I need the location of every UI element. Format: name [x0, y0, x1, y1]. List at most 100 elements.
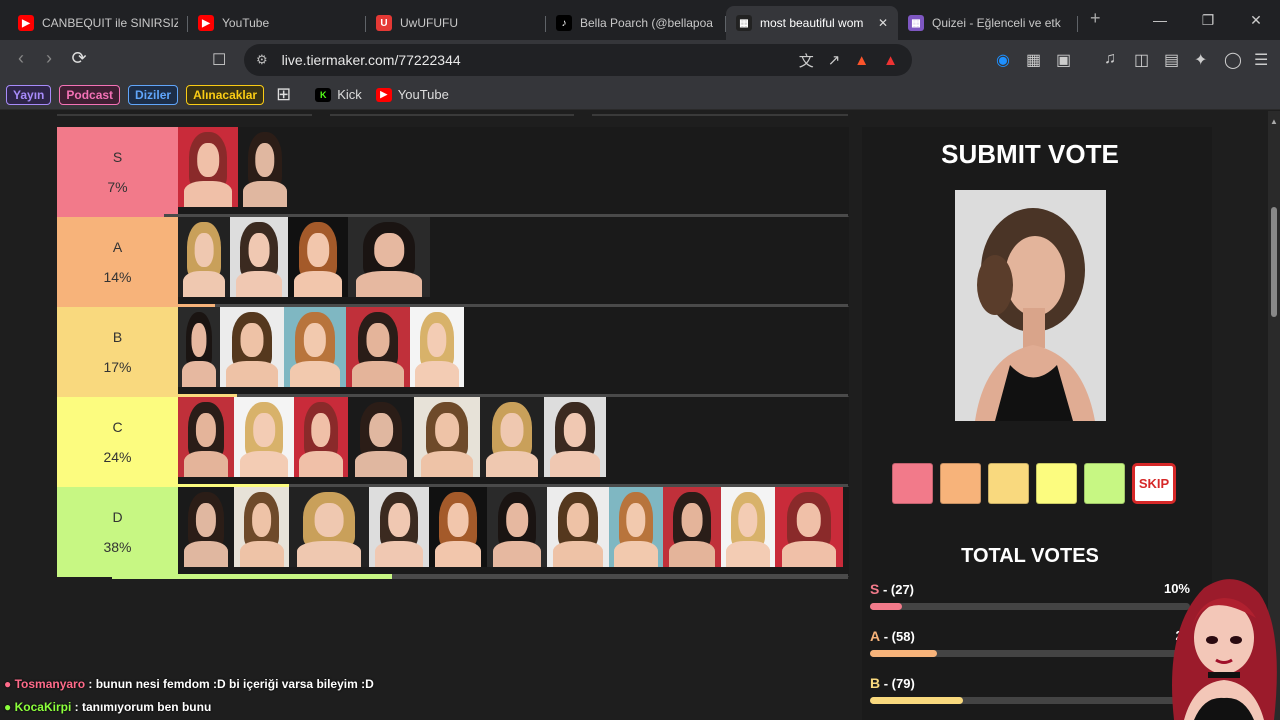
tier-item-image[interactable]: [721, 487, 775, 567]
bookmark-kick[interactable]: K Kick: [315, 87, 362, 102]
minimize-icon[interactable]: —: [1136, 12, 1184, 28]
tier-item-image[interactable]: [178, 127, 238, 207]
tier-item-image[interactable]: [410, 307, 464, 387]
tier-item-image[interactable]: [775, 487, 843, 567]
tab-3[interactable]: U UwUFUFU: [366, 6, 546, 40]
tier-item-image[interactable]: [234, 397, 294, 477]
tier-item-image[interactable]: [178, 307, 220, 387]
tier-item-image[interactable]: [230, 217, 288, 297]
tier-percent: 7%: [107, 179, 128, 195]
shazam-icon[interactable]: ◉: [996, 50, 1010, 70]
youtube-icon: ▶: [375, 87, 392, 102]
youtube-icon: ▶: [18, 15, 34, 31]
menu-icon[interactable]: ☰: [1254, 50, 1268, 70]
bookmark-icon[interactable]: ☐: [212, 50, 226, 70]
tier-name: S: [112, 149, 123, 165]
vote-tier: B: [870, 675, 881, 691]
vote-a-button[interactable]: [940, 463, 981, 504]
bookmark-folder-4[interactable]: Alınacaklar: [186, 84, 265, 105]
divider: [592, 114, 848, 116]
close-tab-icon[interactable]: ✕: [878, 16, 888, 30]
tab-5[interactable]: ▦ most beautiful wom ✕: [726, 6, 898, 40]
scroll-thumb[interactable]: [1271, 207, 1277, 317]
tier-row-b: B 17%: [57, 307, 849, 399]
address-bar[interactable]: ⚙ live.tiermaker.com/77222344 文 ↗ ▲ ▲: [244, 44, 912, 76]
tiktok-icon: ♪: [556, 15, 572, 31]
streamer-avatar: [1164, 568, 1280, 720]
tier-item-image[interactable]: [220, 307, 284, 387]
body-shape: [290, 361, 340, 387]
sidebar-icon[interactable]: ◫: [1134, 50, 1149, 70]
tier-item-image[interactable]: [234, 487, 289, 567]
media-icon[interactable]: ♫: [1104, 50, 1116, 68]
reload-icon[interactable]: ⟳: [64, 48, 94, 69]
tier-item-image[interactable]: [178, 487, 234, 567]
tier-item-image[interactable]: [609, 487, 663, 567]
leo-ai-icon[interactable]: ✦: [1194, 50, 1207, 70]
back-icon[interactable]: ‹: [6, 48, 36, 69]
tier-item-image[interactable]: [178, 217, 230, 297]
tiermaker-icon: ▦: [736, 15, 752, 31]
tier-item-image[interactable]: [369, 487, 429, 567]
translate-icon[interactable]: 文: [799, 50, 814, 71]
tier-item-image[interactable]: [346, 307, 410, 387]
tier-item-image[interactable]: [429, 487, 487, 567]
tier-item-image[interactable]: [238, 127, 292, 207]
tier-item-image[interactable]: [480, 397, 544, 477]
brave-shield-icon[interactable]: ▲: [854, 52, 869, 69]
tier-item-image[interactable]: [289, 487, 369, 567]
tab-2[interactable]: ▶ YouTube: [188, 6, 366, 40]
body-shape: [183, 541, 229, 567]
tier-items: [178, 127, 292, 216]
site-settings-icon[interactable]: ⚙: [256, 52, 268, 68]
tier-items: [178, 307, 464, 396]
tier-item-image[interactable]: [178, 397, 234, 477]
tab-6[interactable]: ▦ Quizei - Eğlenceli ve etk: [898, 6, 1078, 40]
tier-item-image[interactable]: [414, 397, 480, 477]
tier-row-s: S 7%: [57, 127, 849, 219]
tier-item-image[interactable]: [547, 487, 609, 567]
url-text[interactable]: live.tiermaker.com/77222344: [282, 52, 799, 68]
tier-progress-fill: [112, 574, 392, 579]
tier-row-d: D 38%: [57, 487, 849, 579]
body-shape: [235, 271, 283, 297]
tier-item-image[interactable]: [288, 217, 348, 297]
tier-item-image[interactable]: [348, 217, 430, 297]
wallet-icon[interactable]: ▤: [1164, 50, 1179, 70]
tab-4[interactable]: ♪ Bella Poarch (@bellapoa: [546, 6, 726, 40]
tier-item-image[interactable]: [487, 487, 547, 567]
vote-row-label: S - (27): [870, 581, 1190, 597]
tier-item-image[interactable]: [348, 397, 414, 477]
new-tab-button[interactable]: +: [1090, 8, 1101, 29]
close-window-icon[interactable]: ✕: [1232, 12, 1280, 29]
vote-b-button[interactable]: [988, 463, 1029, 504]
skip-button[interactable]: SKIP: [1132, 463, 1176, 504]
bookmark-folder-2[interactable]: Podcast: [59, 84, 121, 105]
face-shape: [566, 503, 590, 537]
tier-item-image[interactable]: [663, 487, 721, 567]
vote-s-button[interactable]: [892, 463, 933, 504]
vote-c-button[interactable]: [1036, 463, 1077, 504]
scroll-up-icon[interactable]: ▲: [1270, 117, 1278, 126]
tab-1[interactable]: ▶ CANBEQUIT ile SINIRSIZ: [8, 6, 188, 40]
tier-name: A: [112, 239, 123, 255]
forward-icon[interactable]: ›: [34, 48, 64, 69]
vote-count: - (27): [879, 582, 915, 597]
tier-item-image[interactable]: [284, 307, 346, 387]
tier-item-image[interactable]: [294, 397, 348, 477]
screenshot-icon[interactable]: ▣: [1056, 50, 1071, 70]
bookmark-folder-1[interactable]: Yayın: [6, 84, 52, 105]
brave-rewards-icon[interactable]: ▲: [883, 52, 898, 69]
extensions-icon[interactable]: ▦: [1026, 50, 1041, 70]
tier-item-image[interactable]: [544, 397, 606, 477]
vote-progress-fill: [870, 603, 902, 610]
bookmark-youtube[interactable]: ▶ YouTube: [375, 87, 449, 102]
share-icon[interactable]: ↗: [828, 51, 841, 69]
body-shape: [183, 451, 229, 477]
tier-label: B 17%: [57, 307, 178, 397]
maximize-icon[interactable]: ❐: [1184, 12, 1232, 29]
vpn-icon[interactable]: ◯: [1224, 50, 1242, 70]
apps-grid-icon[interactable]: ⊞: [276, 84, 291, 105]
bookmark-folder-3[interactable]: Diziler: [128, 84, 179, 105]
vote-d-button[interactable]: [1084, 463, 1125, 504]
